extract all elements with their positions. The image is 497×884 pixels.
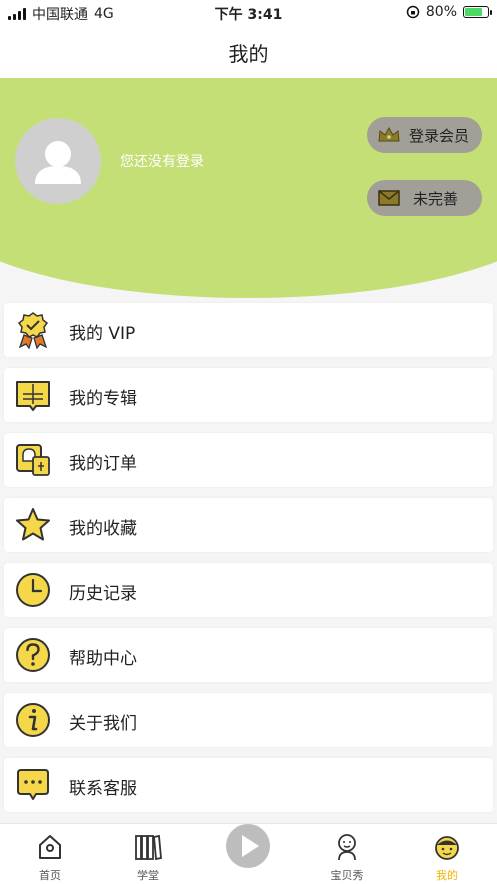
menu-item-support[interactable]: 联系客服: [4, 758, 493, 812]
menu-item-history[interactable]: 历史记录: [4, 563, 493, 617]
menu-item-label: 历史记录: [69, 584, 137, 604]
default-avatar-icon: [35, 141, 81, 184]
menu-item-label: 关于我们: [69, 714, 137, 734]
tab-home[interactable]: 首页: [10, 824, 90, 884]
menu-item-vip[interactable]: 我的 VIP: [4, 303, 493, 357]
menu-list: 我的 VIP 我的专辑 我的订单 我的收藏 历史记录 帮助中心 关于我们 联系客…: [4, 303, 493, 823]
status-bar: 中国联通 4G 下午 3:41 80%: [0, 0, 497, 26]
menu-item-label: 我的 VIP: [69, 324, 136, 344]
nav-bar: 我的: [0, 26, 497, 78]
tab-bar: 首页 学堂 宝贝秀 我的: [0, 823, 497, 884]
info-icon: [16, 703, 50, 737]
play-icon: [242, 835, 259, 857]
menu-item-label: 帮助中心: [69, 649, 137, 669]
profile-header: 您还没有登录 登录会员 未完善: [0, 78, 497, 298]
tab-label: 学堂: [137, 869, 159, 882]
chat-icon: [17, 769, 49, 800]
profile-icon: [435, 836, 459, 860]
tab-baby-show[interactable]: 宝贝秀: [307, 824, 387, 884]
orientation-lock-icon: [406, 5, 420, 19]
star-icon: [16, 508, 50, 541]
tab-label: 我的: [436, 869, 458, 882]
menu-item-label: 联系客服: [69, 779, 137, 799]
mail-icon: [378, 190, 400, 206]
tab-label: 首页: [39, 869, 61, 882]
battery-icon: [463, 6, 492, 18]
play-button[interactable]: [226, 824, 270, 868]
battery-percent: 80%: [425, 4, 457, 20]
books-icon: [135, 834, 162, 861]
clock-icon: [16, 573, 50, 607]
tab-label: 宝贝秀: [330, 869, 364, 882]
order-icon: [16, 444, 50, 476]
menu-item-favorites[interactable]: 我的收藏: [4, 498, 493, 552]
tab-mine[interactable]: 我的: [407, 824, 487, 884]
menu-item-album[interactable]: 我的专辑: [4, 368, 493, 422]
menu-item-label: 我的订单: [69, 454, 137, 474]
menu-item-label: 我的专辑: [69, 389, 137, 409]
baby-icon: [338, 834, 356, 861]
avatar[interactable]: [15, 118, 101, 204]
page-title: 我的: [228, 42, 269, 66]
vip-login-label: 登录会员: [409, 126, 470, 145]
menu-item-orders[interactable]: 我的订单: [4, 433, 493, 487]
vip-login-button[interactable]: 登录会员: [367, 117, 482, 153]
vip-badge-icon: [17, 312, 49, 349]
menu-item-label: 我的收藏: [69, 519, 137, 539]
profile-incomplete-label: 未完善: [413, 189, 459, 208]
profile-incomplete-button[interactable]: 未完善: [367, 180, 482, 216]
status-right: 80%: [406, 4, 492, 20]
login-hint[interactable]: 您还没有登录: [120, 151, 204, 171]
help-icon: [16, 638, 50, 672]
home-icon: [39, 835, 61, 859]
tab-school[interactable]: 学堂: [108, 824, 188, 884]
crown-icon: [378, 126, 400, 142]
menu-item-help[interactable]: 帮助中心: [4, 628, 493, 682]
album-icon: [16, 381, 50, 411]
menu-item-about[interactable]: 关于我们: [4, 693, 493, 747]
